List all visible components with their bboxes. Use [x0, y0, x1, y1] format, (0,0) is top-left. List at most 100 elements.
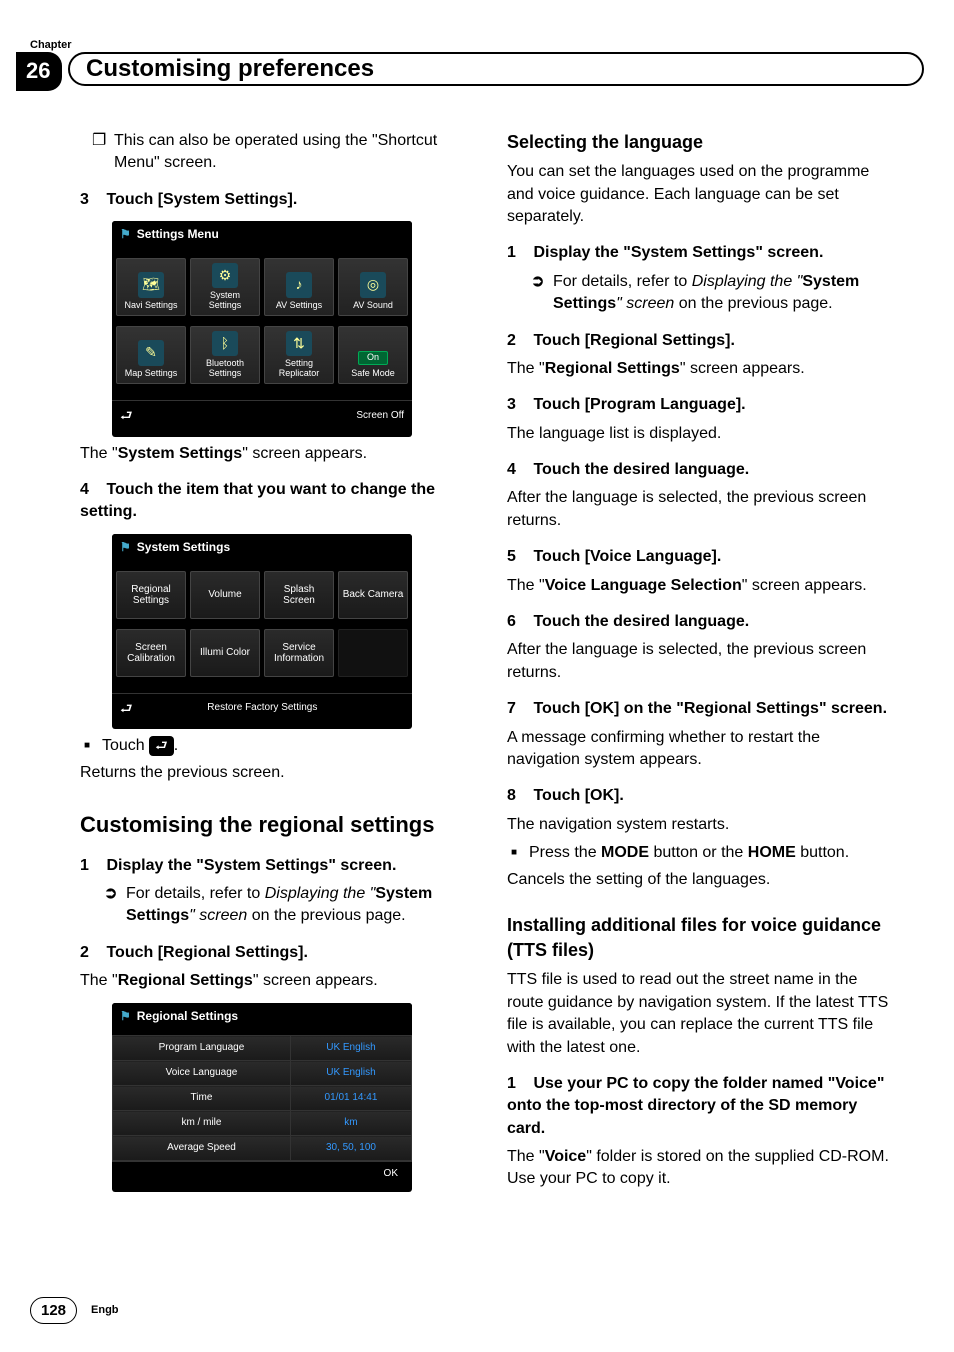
navi-icon: 🗺 — [138, 272, 164, 298]
lang-after-2: The "Regional Settings" screen appears. — [507, 358, 894, 380]
text-bold: MODE — [601, 844, 649, 861]
shot-grid: Regional Settings Volume Splash Screen B… — [112, 567, 412, 687]
cell-av-sound[interactable]: ◎AV Sound — [338, 258, 408, 316]
lang-after-7: A message confirming whether to restart … — [507, 727, 894, 772]
ref-text: For details, refer to — [126, 885, 265, 902]
tts-after-1: The "Voice" folder is stored on the supp… — [507, 1146, 894, 1191]
lang-after-8: The navigation system restarts. — [507, 814, 894, 836]
step-num: 4 — [507, 459, 529, 481]
step-text: Touch [Program Language]. — [533, 396, 745, 413]
step-num: 8 — [507, 785, 529, 807]
subsection-tts: Installing additional files for voice gu… — [507, 913, 894, 963]
shortcut-note-list: This can also be operated using the "Sho… — [80, 130, 467, 175]
cell-regional-settings[interactable]: Regional Settings — [116, 571, 186, 619]
text-bold: System Settings — [118, 445, 242, 462]
step-num: 6 — [507, 611, 529, 633]
cell-bluetooth-settings[interactable]: ᛒBluetooth Settings — [190, 326, 260, 384]
row-value: 01/01 14:41 — [290, 1086, 411, 1111]
step-text: Touch the desired language. — [533, 613, 749, 630]
ref-italic: Displaying the " — [692, 273, 803, 290]
cell-splash-screen[interactable]: Splash Screen — [264, 571, 334, 619]
step-3-num: 3 — [80, 189, 102, 211]
restore-factory-label[interactable]: Restore Factory Settings — [133, 701, 392, 715]
row-value: UK English — [290, 1036, 411, 1061]
av-icon: ♪ — [286, 272, 312, 298]
ref-item: For details, refer to Displaying the "Sy… — [553, 271, 894, 316]
cell-empty — [338, 629, 408, 677]
cell-label: Navi Settings — [124, 301, 177, 311]
cell-setting-replicator[interactable]: ⇅Setting Replicator — [264, 326, 334, 384]
cell-illumi-color[interactable]: Illumi Color — [190, 629, 260, 677]
step-num: 1 — [507, 1073, 529, 1095]
shot-title: Settings Menu — [112, 221, 412, 248]
cell-label: System Settings — [193, 291, 257, 311]
row-value: km — [290, 1111, 411, 1136]
cell-safe-mode[interactable]: OnSafe Mode — [338, 326, 408, 384]
touch-back-list: Touch ⮐. — [80, 735, 467, 757]
page-lang: Engb — [91, 1303, 119, 1318]
table-row[interactable]: Voice LanguageUK English — [113, 1061, 412, 1086]
ref-list: For details, refer to Displaying the "Sy… — [80, 883, 467, 928]
cell-system-settings[interactable]: ⚙System Settings — [190, 258, 260, 316]
cell-label: AV Sound — [353, 301, 393, 311]
ref-italic: " screen — [189, 907, 247, 924]
step-4: 4 Touch the item that you want to change… — [80, 479, 467, 524]
back-icon[interactable]: ⮐ — [120, 406, 133, 426]
chapter-number-badge: 26 — [16, 52, 62, 91]
touch-back-after: . — [174, 737, 178, 754]
section-customising-regional: Customising the regional settings — [80, 810, 467, 841]
shot-table: Program LanguageUK English Voice Languag… — [112, 1035, 412, 1161]
table-row[interactable]: Average Speed30, 50, 100 — [113, 1136, 412, 1161]
right-column: Selecting the language You can set the l… — [507, 130, 894, 1292]
table-row[interactable]: km / milekm — [113, 1111, 412, 1136]
back-icon[interactable]: ⮐ — [120, 699, 133, 719]
lang-step-2: 2 Touch [Regional Settings]. — [507, 330, 894, 352]
cell-service-information[interactable]: Service Information — [264, 629, 334, 677]
cell-volume[interactable]: Volume — [190, 571, 260, 619]
step-text: Touch [Regional Settings]. — [533, 332, 734, 349]
lang-intro: You can set the languages used on the pr… — [507, 161, 894, 228]
regional-appears: The "Regional Settings" screen appears. — [80, 970, 467, 992]
step-num: 2 — [80, 942, 102, 964]
step-3: 3 Touch [System Settings]. — [80, 189, 467, 211]
lang-step-1: 1 Display the "System Settings" screen. — [507, 242, 894, 264]
cell-back-camera[interactable]: Back Camera — [338, 571, 408, 619]
shot-title: System Settings — [112, 534, 412, 561]
ref-italic: " screen — [616, 295, 674, 312]
lang-after-4: After the language is selected, the prev… — [507, 487, 894, 532]
shot-grid: 🗺 Navi Settings ⚙System Settings ♪ AV Sett… — [112, 254, 412, 394]
step-text: Display the "System Settings" screen. — [106, 857, 396, 874]
lang-after-6: After the language is selected, the prev… — [507, 639, 894, 684]
lang-after-3: The language list is displayed. — [507, 423, 894, 445]
ref-text: on the previous page. — [674, 295, 832, 312]
lang-step-8: 8 Touch [OK]. — [507, 785, 894, 807]
table-row[interactable]: Program LanguageUK English — [113, 1036, 412, 1061]
text-part: " screen appears. — [742, 577, 867, 594]
cell-map-settings[interactable]: ✎Map Settings — [116, 326, 186, 384]
step-num: 3 — [507, 394, 529, 416]
cell-label: Bluetooth Settings — [193, 359, 257, 379]
screenshot-regional-settings: Regional Settings Program LanguageUK Eng… — [112, 1003, 412, 1193]
text-part: button or the — [649, 844, 748, 861]
text-part: " screen appears. — [680, 360, 805, 377]
text-bold: Regional Settings — [545, 360, 680, 377]
lang-step-5: 5 Touch [Voice Language]. — [507, 546, 894, 568]
screen-off-label[interactable]: Screen Off — [356, 409, 404, 423]
row-label: Time — [113, 1086, 291, 1111]
row-label: Average Speed — [113, 1136, 291, 1161]
cell-av-settings[interactable]: ♪ AV Settings — [264, 258, 334, 316]
table-row[interactable]: Time01/01 14:41 — [113, 1086, 412, 1111]
text-bold: HOME — [748, 844, 796, 861]
cell-screen-calibration[interactable]: Screen Calibration — [116, 629, 186, 677]
tts-step-1: 1 Use your PC to copy the folder named "… — [507, 1073, 894, 1140]
cell-label: AV Settings — [276, 301, 322, 311]
step-3-text: Touch [System Settings]. — [106, 191, 297, 208]
regional-step-2: 2 Touch [Regional Settings]. — [80, 942, 467, 964]
cell-navi-settings[interactable]: 🗺 Navi Settings — [116, 258, 186, 316]
ok-button[interactable]: OK — [378, 1167, 404, 1181]
row-value: 30, 50, 100 — [290, 1136, 411, 1161]
step-text: Touch [Regional Settings]. — [106, 944, 307, 961]
row-label: km / mile — [113, 1111, 291, 1136]
chapter-title: Customising preferences — [86, 52, 374, 86]
screenshot-system-settings: System Settings Regional Settings Volume… — [112, 534, 412, 729]
